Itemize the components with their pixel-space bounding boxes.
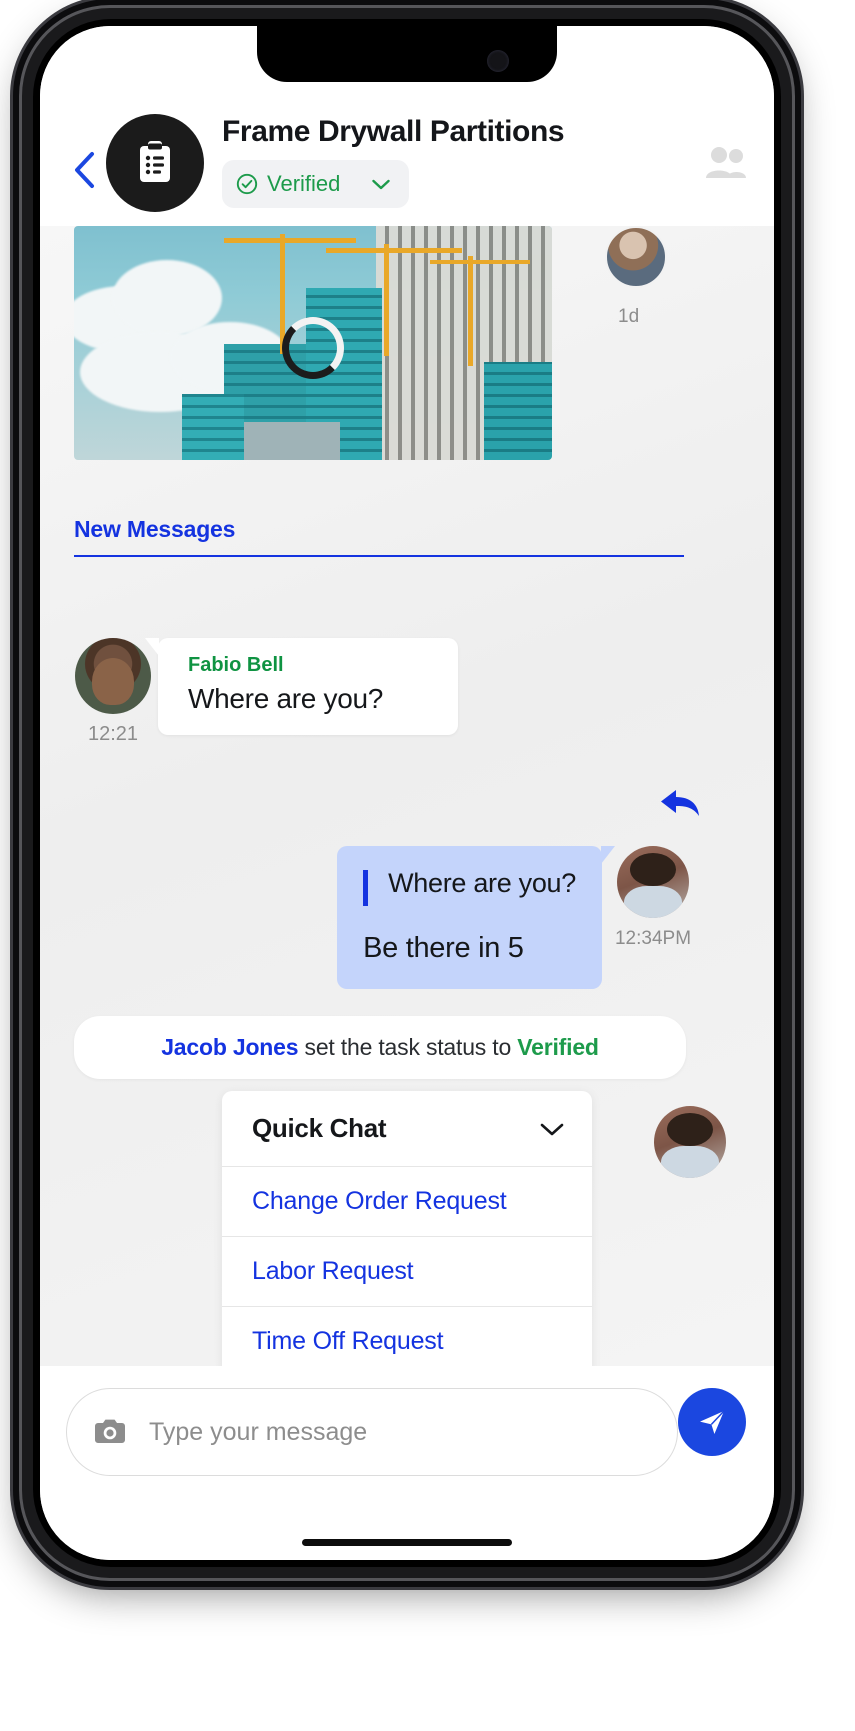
- check-circle-icon: [236, 173, 258, 195]
- incoming-avatar-column: 12:21: [74, 638, 152, 746]
- avatar[interactable]: [75, 638, 151, 714]
- divider-rule: [74, 555, 684, 557]
- page-title: Frame Drywall Partitions: [222, 115, 565, 148]
- new-messages-label: New Messages: [74, 516, 236, 542]
- back-button[interactable]: [62, 148, 106, 192]
- status-event-message: Jacob Jones set the task status to Verif…: [74, 1016, 686, 1079]
- quick-chat-panel: Quick Chat Change Order Request Labor Re…: [222, 1091, 592, 1366]
- crane-mast: [384, 244, 389, 356]
- reply-button[interactable]: [658, 786, 702, 825]
- members-button[interactable]: [700, 136, 752, 188]
- quick-chat-header[interactable]: Quick Chat: [222, 1091, 592, 1166]
- chat-message-list[interactable]: 1d New Messages 12:21 Fabio Bell Where a…: [40, 226, 774, 1366]
- chevron-down-icon: [372, 179, 391, 189]
- reply-arrow-icon: [661, 790, 699, 816]
- status-badge-dropdown[interactable]: Verified: [222, 160, 410, 208]
- quoted-message: Where are you?: [363, 868, 576, 906]
- message-text: Where are you?: [188, 683, 384, 714]
- front-camera-icon: [487, 50, 509, 72]
- message-sender-name: Fabio Bell: [188, 654, 284, 676]
- avatar[interactable]: [617, 846, 689, 918]
- photo-message-bubble[interactable]: [74, 226, 552, 460]
- chevron-left-icon: [75, 152, 94, 188]
- status-badge-label: Verified: [267, 171, 341, 196]
- quick-chat-item-change-order[interactable]: Change Order Request: [222, 1166, 592, 1236]
- incoming-message-bubble[interactable]: Fabio Bell Where are you?: [145, 638, 458, 735]
- avatar[interactable]: [605, 226, 667, 288]
- message-timestamp: 1d: [618, 306, 640, 327]
- home-indicator: [302, 1539, 512, 1546]
- outgoing-avatar-column: 12:34PM: [610, 846, 696, 950]
- new-messages-divider: New Messages: [74, 516, 684, 557]
- phone-screen: Frame Drywall Partitions Verified 1d New…: [40, 26, 774, 1560]
- quoted-message-text: Where are you?: [388, 868, 576, 898]
- crane-jib: [224, 238, 356, 243]
- outgoing-message-row: Where are you? Be there in 5 12:34PM: [337, 846, 696, 989]
- quick-chat-item-time-off-request[interactable]: Time Off Request: [222, 1306, 592, 1366]
- message-timestamp: 12:34PM: [614, 928, 692, 949]
- message-timestamp: 12:21: [87, 723, 139, 745]
- message-text: Be there in 5: [363, 932, 524, 964]
- quick-chat-title: Quick Chat: [252, 1113, 387, 1143]
- notch: [257, 26, 557, 82]
- camera-icon[interactable]: [93, 1418, 127, 1446]
- chevron-down-icon: [540, 1123, 564, 1135]
- outgoing-message-bubble[interactable]: Where are you? Be there in 5: [337, 846, 615, 989]
- phone-frame: Frame Drywall Partitions Verified 1d New…: [22, 8, 792, 1578]
- crane-jib: [326, 248, 462, 253]
- building-shape: [484, 362, 552, 460]
- status-event-actor[interactable]: Jacob Jones: [161, 1034, 298, 1060]
- building-shape: [244, 422, 340, 460]
- clipboard-icon: [140, 141, 170, 182]
- spinner-icon: [282, 316, 344, 379]
- header-text-group: Frame Drywall Partitions Verified: [222, 115, 700, 214]
- crane-jib: [430, 260, 530, 264]
- people-icon: [706, 147, 746, 178]
- composer-field[interactable]: [66, 1388, 678, 1476]
- send-paper-plane-icon: [700, 1410, 725, 1434]
- task-avatar[interactable]: [106, 114, 204, 212]
- status-event-state: Verified: [517, 1034, 599, 1060]
- quote-accent-bar: [363, 870, 369, 906]
- incoming-message-row: 12:21 Fabio Bell Where are you?: [74, 638, 458, 746]
- building-shape: [182, 394, 244, 460]
- crane-mast: [468, 256, 473, 366]
- search-input message-input[interactable]: [149, 1417, 665, 1447]
- status-event-middle: set the task status to: [298, 1034, 518, 1060]
- avatar[interactable]: [654, 1106, 726, 1178]
- message-composer: [40, 1366, 774, 1560]
- send-button[interactable]: [678, 1388, 746, 1456]
- quick-chat-item-labor-request[interactable]: Labor Request: [222, 1236, 592, 1306]
